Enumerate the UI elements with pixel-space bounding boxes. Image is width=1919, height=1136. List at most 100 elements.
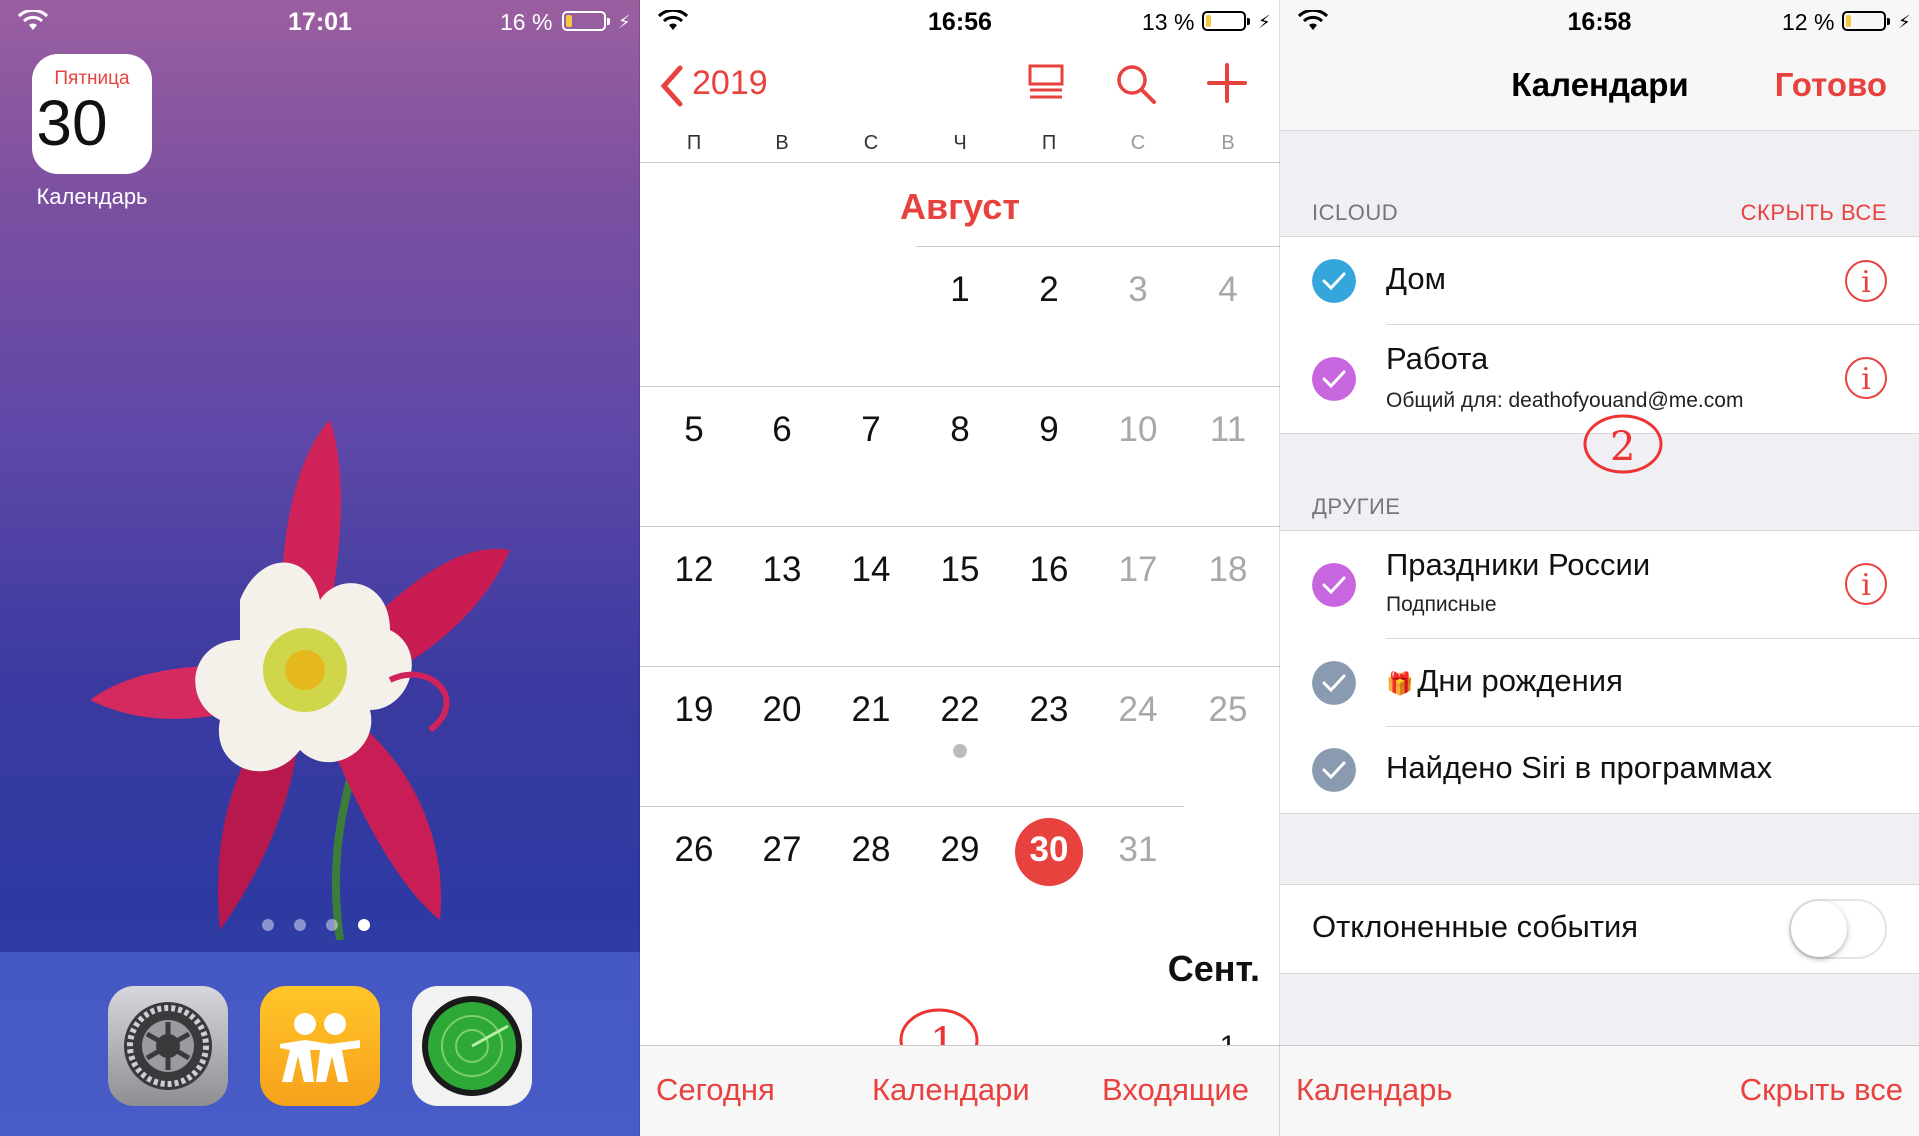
declined-events-group: Отклоненные события (1280, 884, 1919, 974)
day-cell[interactable]: 6 (742, 410, 822, 450)
page-dot (326, 919, 338, 931)
day-cell[interactable]: 23 (1009, 690, 1089, 730)
status-bar: 16:56 13 % ⚡ (640, 0, 1280, 44)
gift-icon: 🎁 (1386, 671, 1414, 696)
day-cell[interactable]: 4 (1188, 270, 1268, 310)
charging-icon: ⚡ (618, 12, 631, 32)
row-divider (640, 666, 1280, 667)
day-cell[interactable]: 1 (920, 270, 1000, 310)
weekday-label: Ч (953, 132, 967, 154)
day-cell[interactable]: 9 (1009, 410, 1089, 450)
calendar-subtitle: Общий для: deathofyouand@me.com (1386, 389, 1744, 412)
people-icon (280, 1013, 360, 1082)
day-cell[interactable]: 15 (920, 550, 1000, 590)
checkmark-icon[interactable] (1312, 748, 1356, 792)
day-cell[interactable]: 26 (654, 830, 734, 870)
day-cell[interactable]: 17 (1098, 550, 1178, 590)
day-cell[interactable]: 8 (920, 410, 1000, 450)
page-title: Календари (1511, 66, 1689, 103)
day-cell[interactable]: 27 (742, 830, 822, 870)
hide-all-icloud-button[interactable]: СКРЫТЬ ВСЕ (1741, 200, 1887, 226)
battery-percent: 16 % (500, 9, 553, 35)
toggle-knob (1791, 901, 1847, 957)
today-tab[interactable]: Сегодня (656, 1072, 775, 1108)
calendar-row-birthdays[interactable]: 🎁 Дни рождения (1280, 639, 1919, 727)
calendar-row-home[interactable]: Дом i (1280, 237, 1919, 325)
day-cell[interactable]: 24 (1098, 690, 1178, 730)
radar-icon (422, 996, 522, 1096)
info-icon[interactable]: i (1845, 260, 1887, 302)
calendar-name: Дни рождения (1417, 663, 1623, 698)
charging-icon: ⚡ (1898, 12, 1911, 32)
wifi-icon (1298, 10, 1328, 30)
weekday-label: П (686, 132, 702, 154)
day-cell[interactable]: 16 (1009, 550, 1089, 590)
checkmark-icon[interactable] (1312, 259, 1356, 303)
list-view-icon[interactable] (1026, 62, 1066, 102)
widget-day: 30 (36, 87, 108, 159)
status-bar: 16:58 12 % ⚡ (1280, 0, 1919, 44)
info-icon[interactable]: i (1845, 357, 1887, 399)
calendar-row-siri[interactable]: Найдено Siri в программах (1280, 727, 1919, 813)
battery-percent: 12 % (1782, 9, 1835, 35)
calendars-nav-bar: Календари Готово (1280, 44, 1919, 131)
hide-all-tab[interactable]: Скрыть все (1740, 1072, 1903, 1108)
day-cell-today[interactable]: 30 (1009, 830, 1089, 870)
page-indicator[interactable] (262, 918, 390, 936)
day-cell[interactable]: 22 (920, 690, 1000, 730)
day-cell[interactable]: 31 (1098, 830, 1178, 870)
status-time: 16:58 (1567, 8, 1632, 36)
info-icon[interactable]: i (1845, 563, 1887, 605)
month-title: Август (900, 186, 1020, 227)
find-iphone-app-icon[interactable] (412, 986, 532, 1106)
inbox-tab[interactable]: Входящие (1102, 1072, 1249, 1108)
settings-app-icon[interactable] (108, 986, 228, 1106)
calendar-tab[interactable]: Календарь (1296, 1072, 1452, 1108)
day-cell[interactable]: 13 (742, 550, 822, 590)
day-cell[interactable]: 12 (654, 550, 734, 590)
page-dot (294, 919, 306, 931)
day-cell[interactable]: 7 (831, 410, 911, 450)
chevron-left-icon (660, 65, 683, 107)
battery-icon (1202, 11, 1250, 31)
day-cell[interactable]: 3 (1098, 270, 1178, 310)
day-cell[interactable]: 14 (831, 550, 911, 590)
day-cell[interactable]: 25 (1188, 690, 1268, 730)
day-cell[interactable]: 11 (1188, 410, 1268, 450)
day-cell[interactable]: 21 (831, 690, 911, 730)
find-friends-app-icon[interactable] (260, 986, 380, 1106)
calendar-name: Работа (1386, 341, 1489, 376)
done-button[interactable]: Готово (1775, 66, 1887, 104)
day-cell[interactable]: 2 (1009, 270, 1089, 310)
weekday-header: П В С Ч П С В (640, 132, 1280, 162)
calendar-tab-bar: Сегодня Календари Входящие (640, 1045, 1280, 1136)
wifi-icon (658, 10, 688, 30)
search-icon[interactable] (1114, 62, 1158, 106)
wifi-icon (18, 10, 48, 30)
calendar-subtitle: Подписные (1386, 593, 1497, 616)
checkmark-icon[interactable] (1312, 563, 1356, 607)
day-cell[interactable]: 20 (742, 690, 822, 730)
calendar-row-holidays[interactable]: Праздники России Подписные i (1280, 531, 1919, 639)
checkmark-icon[interactable] (1312, 357, 1356, 401)
day-cell[interactable]: 18 (1188, 550, 1268, 590)
calendar-app-label: Календарь (36, 184, 148, 209)
icloud-section-header: ICLOUD (1312, 200, 1399, 225)
day-cell[interactable]: 28 (831, 830, 911, 870)
calendar-name: Праздники России (1386, 547, 1651, 582)
row-divider (640, 806, 1184, 807)
battery-percent: 13 % (1142, 9, 1195, 35)
calendar-app-icon[interactable]: Пятница 30 (32, 54, 152, 174)
calendars-tab[interactable]: Календари (872, 1072, 1030, 1108)
row-divider (640, 386, 1280, 387)
day-cell[interactable]: 29 (920, 830, 1000, 870)
add-event-icon[interactable] (1206, 62, 1248, 104)
dock (0, 952, 640, 1136)
day-cell[interactable]: 10 (1098, 410, 1178, 450)
day-cell[interactable]: 5 (654, 410, 734, 450)
checkmark-icon[interactable] (1312, 661, 1356, 705)
declined-events-toggle[interactable] (1789, 899, 1887, 959)
day-cell[interactable]: 19 (654, 690, 734, 730)
status-time: 16:56 (928, 8, 992, 36)
page-dot-active (358, 919, 370, 931)
